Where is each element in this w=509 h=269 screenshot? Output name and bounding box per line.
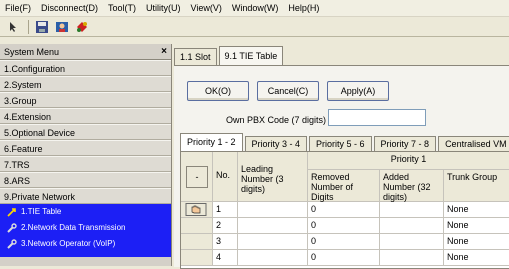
cell-removed-digits[interactable]: 0 xyxy=(308,234,380,250)
menu-window[interactable]: Window(W) xyxy=(227,0,284,16)
tab-priority-1-2[interactable]: Priority 1 - 2 xyxy=(180,133,243,151)
cell-removed-digits[interactable]: 0 xyxy=(308,202,380,218)
toolbar-separator xyxy=(28,19,29,34)
tab-slot[interactable]: 1.1 Slot xyxy=(174,48,217,65)
tie-table-panel: OK(O) Cancel(C) Apply(A) Own PBX Code (7… xyxy=(174,65,509,269)
menu-help[interactable]: Help(H) xyxy=(283,0,324,16)
sidebar-item-ars[interactable]: 8.ARS xyxy=(0,172,171,188)
sidebar-header: System Menu × xyxy=(0,44,171,60)
cell-added-number[interactable] xyxy=(380,250,444,266)
header-removed-digits: Removed Number of Digits xyxy=(308,170,380,202)
cell-leading-number[interactable] xyxy=(238,202,308,218)
sidebar-item-trs[interactable]: 7.TRS xyxy=(0,156,171,172)
menu-utility[interactable]: Utility(U) xyxy=(141,0,186,16)
wrench-icon xyxy=(7,223,17,233)
tab-priority-3-4[interactable]: Priority 3 - 4 xyxy=(244,136,308,151)
row-selector[interactable] xyxy=(181,234,213,250)
subitem-network-operator[interactable]: 3.Network Operator (VoIP) xyxy=(0,236,171,252)
tie-table-grid: - No. Leading Number (3 digits) Priority… xyxy=(180,151,509,269)
cell-trunk-group[interactable]: None xyxy=(444,234,509,250)
plugin-icon[interactable] xyxy=(73,19,91,35)
private-network-submenu: 1.TIE Table 2.Network Data Transmission … xyxy=(0,204,171,257)
cell-removed-digits[interactable]: 0 xyxy=(308,218,380,234)
cell-leading-number[interactable] xyxy=(238,250,308,266)
subitem-network-data-transmission[interactable]: 2.Network Data Transmission xyxy=(0,220,171,236)
menu-tool[interactable]: Tool(T) xyxy=(103,0,141,16)
cell-added-number[interactable] xyxy=(380,202,444,218)
cell-trunk-group[interactable]: None xyxy=(444,250,509,266)
subitem-label: 1.TIE Table xyxy=(21,207,62,216)
arrow-icon xyxy=(7,207,17,217)
cancel-button[interactable]: Cancel(C) xyxy=(257,81,319,101)
menu-bar: File(F) Disconnect(D) Tool(T) Utility(U)… xyxy=(0,0,509,17)
apply-button[interactable]: Apply(A) xyxy=(327,81,389,101)
menu-disconnect[interactable]: Disconnect(D) xyxy=(36,0,103,16)
cell-trunk-group[interactable]: None xyxy=(444,218,509,234)
pbx-code-input[interactable] xyxy=(328,109,426,126)
system-menu-sidebar: System Menu × 1.Configuration 2.System 3… xyxy=(0,44,172,266)
header-trunk-group: Trunk Group xyxy=(444,170,509,202)
sidebar-item-extension[interactable]: 4.Extension xyxy=(0,108,171,124)
header-leading-number: Leading Number (3 digits) xyxy=(238,152,308,202)
close-icon[interactable]: × xyxy=(161,46,167,57)
tab-priority-7-8[interactable]: Priority 7 - 8 xyxy=(373,136,437,151)
help-pointer-icon[interactable] xyxy=(4,19,22,35)
pbx-code-label: Own PBX Code (7 digits) xyxy=(226,115,327,125)
ok-button[interactable]: OK(O) xyxy=(187,81,249,101)
select-all-button[interactable]: - xyxy=(186,166,208,188)
cell-trunk-group[interactable]: None xyxy=(444,202,509,218)
cell-added-number[interactable] xyxy=(380,234,444,250)
sidebar-item-configuration[interactable]: 1.Configuration xyxy=(0,60,171,76)
header-priority-group: Priority 1 xyxy=(308,152,509,170)
header-no: No. xyxy=(213,152,238,202)
subitem-tie-table[interactable]: 1.TIE Table xyxy=(0,204,171,220)
edit-hand-icon xyxy=(185,203,207,216)
user-icon[interactable] xyxy=(53,19,71,35)
cell-no: 1 xyxy=(213,202,238,218)
priority-tabs: Priority 1 - 2 Priority 3 - 4 Priority 5… xyxy=(180,133,509,151)
cell-leading-number[interactable] xyxy=(238,218,308,234)
menu-view[interactable]: View(V) xyxy=(186,0,227,16)
cell-no: 4 xyxy=(213,250,238,266)
wrench-icon xyxy=(7,239,17,249)
sidebar-item-feature[interactable]: 6.Feature xyxy=(0,140,171,156)
cell-removed-digits[interactable]: 0 xyxy=(308,250,380,266)
row-selector[interactable] xyxy=(181,202,213,218)
toolbar xyxy=(0,17,509,37)
subitem-label: 3.Network Operator (VoIP) xyxy=(21,239,116,248)
cell-added-number[interactable] xyxy=(380,218,444,234)
main-pane: 1.1 Slot 9.1 TIE Table OK(O) Cancel(C) A… xyxy=(172,44,509,269)
tab-tie-table[interactable]: 9.1 TIE Table xyxy=(218,46,284,65)
tab-centralised-vm[interactable]: Centralised VM xyxy=(438,136,509,151)
save-icon[interactable] xyxy=(33,19,51,35)
menu-file[interactable]: File(F) xyxy=(0,0,36,16)
cell-no: 2 xyxy=(213,218,238,234)
document-tabs: 1.1 Slot 9.1 TIE Table xyxy=(172,44,284,65)
cell-no: 3 xyxy=(213,234,238,250)
cell-leading-number[interactable] xyxy=(238,234,308,250)
sidebar-title: System Menu xyxy=(4,46,60,57)
sidebar-item-private-network[interactable]: 9.Private Network xyxy=(0,188,171,204)
sidebar-item-group[interactable]: 3.Group xyxy=(0,92,171,108)
subitem-label: 2.Network Data Transmission xyxy=(21,223,126,232)
header-added-number: Added Number (32 digits) xyxy=(380,170,444,202)
sidebar-item-system[interactable]: 2.System xyxy=(0,76,171,92)
tab-priority-5-6[interactable]: Priority 5 - 6 xyxy=(309,136,372,151)
row-selector[interactable] xyxy=(181,250,213,266)
sidebar-item-optional-device[interactable]: 5.Optional Device xyxy=(0,124,171,140)
row-selector[interactable] xyxy=(181,218,213,234)
